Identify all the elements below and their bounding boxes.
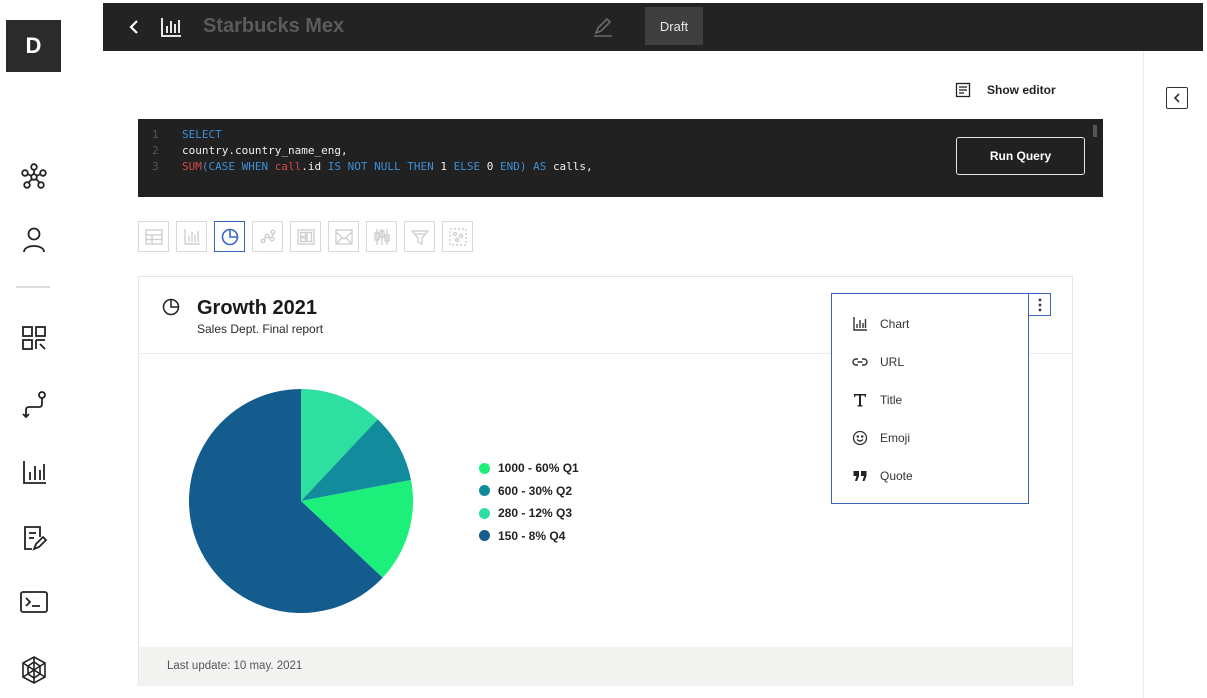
network-icon[interactable] bbox=[14, 156, 54, 196]
menu-item-title[interactable]: Title bbox=[852, 389, 902, 411]
title-icon bbox=[852, 392, 880, 408]
top-bar: Starbucks Mex Draft bbox=[103, 3, 1203, 51]
sidebar-divider bbox=[16, 286, 50, 288]
kebab-icon bbox=[1038, 298, 1041, 311]
legend-label: 150 - 8% Q4 bbox=[498, 528, 566, 543]
card-title: Growth 2021 bbox=[197, 297, 318, 319]
globe-network-icon[interactable] bbox=[14, 650, 54, 690]
insert-menu: Chart URL Title Emoji Quote bbox=[831, 293, 1029, 504]
document-edit-icon[interactable] bbox=[14, 518, 54, 558]
legend-label: 280 - 12% Q3 bbox=[498, 506, 573, 521]
legend-swatch bbox=[479, 485, 490, 497]
code-line-1: 1 SELECT bbox=[152, 128, 222, 141]
legend-item: 280 - 12% Q3 bbox=[479, 502, 579, 525]
bar-chart-icon[interactable] bbox=[14, 452, 54, 492]
menu-item-quote[interactable]: Quote bbox=[852, 465, 913, 487]
card-subtitle: Sales Dept. Final report bbox=[197, 322, 324, 336]
collapse-panel-button[interactable] bbox=[1166, 87, 1188, 109]
map-icon[interactable] bbox=[328, 221, 359, 252]
table-icon[interactable] bbox=[138, 221, 169, 252]
pencil-icon[interactable] bbox=[591, 15, 615, 39]
layout-icon[interactable] bbox=[290, 221, 321, 252]
legend-item: 150 - 8% Q4 bbox=[479, 525, 579, 548]
bar-chart-icon[interactable] bbox=[176, 221, 207, 252]
terminal-icon[interactable] bbox=[14, 582, 54, 622]
show-editor-button[interactable]: Show editor bbox=[955, 80, 1056, 100]
legend-swatch bbox=[479, 462, 490, 474]
more-options-button[interactable] bbox=[1028, 293, 1051, 316]
app-root: D Starbucks Mex Draft Show editor 1 SELE… bbox=[0, 0, 1207, 698]
right-panel bbox=[1143, 51, 1207, 698]
scatter-icon[interactable] bbox=[252, 221, 283, 252]
code-line-3: 3 SUM (CASE WHEN call .id IS NOT NULL THEN… bbox=[152, 160, 593, 173]
run-query-button[interactable]: Run Query bbox=[956, 137, 1085, 175]
page-title: Starbucks Mex bbox=[203, 15, 345, 37]
legend-swatch bbox=[479, 507, 490, 519]
legend-label: 600 - 30% Q2 bbox=[498, 483, 573, 498]
menu-item-emoji[interactable]: Emoji bbox=[852, 427, 910, 449]
menu-item-url[interactable]: URL bbox=[852, 351, 904, 373]
sql-editor[interactable]: 1 SELECT 2 country.country_name_eng, 3 S… bbox=[138, 119, 1103, 197]
route-icon[interactable] bbox=[14, 384, 54, 424]
legend-item: 600 - 30% Q2 bbox=[479, 480, 579, 503]
legend-label: 1000 - 60% Q1 bbox=[498, 461, 579, 476]
app-logo[interactable]: D bbox=[6, 20, 61, 72]
user-icon[interactable] bbox=[14, 220, 54, 260]
pie-chart-icon bbox=[161, 297, 181, 317]
status-badge: Draft bbox=[645, 7, 703, 45]
card-footer: Last update: 10 may. 2021 bbox=[139, 647, 1072, 686]
code-line-2: 2 country.country_name_eng, bbox=[152, 144, 348, 157]
quote-icon bbox=[852, 468, 880, 484]
pie-chart bbox=[187, 387, 415, 615]
link-icon bbox=[852, 354, 880, 370]
chart-icon bbox=[852, 316, 880, 332]
chart-legend: 1000 - 60% Q1 600 - 30% Q2 280 - 12% Q3 150… bbox=[479, 457, 579, 547]
pie-chart-svg bbox=[189, 389, 413, 613]
legend-swatch bbox=[479, 530, 490, 542]
last-update-text: Last update: 10 may. 2021 bbox=[167, 660, 303, 672]
editor-scrollbar[interactable] bbox=[1093, 125, 1097, 137]
qr-grid-icon[interactable] bbox=[14, 318, 54, 358]
editor-toggle-icon bbox=[955, 82, 971, 98]
chart-type-toolbar bbox=[138, 221, 473, 253]
show-editor-label: Show editor bbox=[987, 83, 1056, 97]
legend-item: 1000 - 60% Q1 bbox=[479, 457, 579, 480]
back-arrow-icon[interactable] bbox=[123, 15, 145, 39]
bar-chart-icon bbox=[159, 15, 183, 39]
candlestick-icon[interactable] bbox=[366, 221, 397, 252]
cluster-icon[interactable] bbox=[442, 221, 473, 252]
funnel-icon[interactable] bbox=[404, 221, 435, 252]
emoji-icon bbox=[852, 430, 880, 446]
pie-chart-icon[interactable] bbox=[214, 221, 245, 252]
menu-item-chart[interactable]: Chart bbox=[852, 313, 909, 335]
